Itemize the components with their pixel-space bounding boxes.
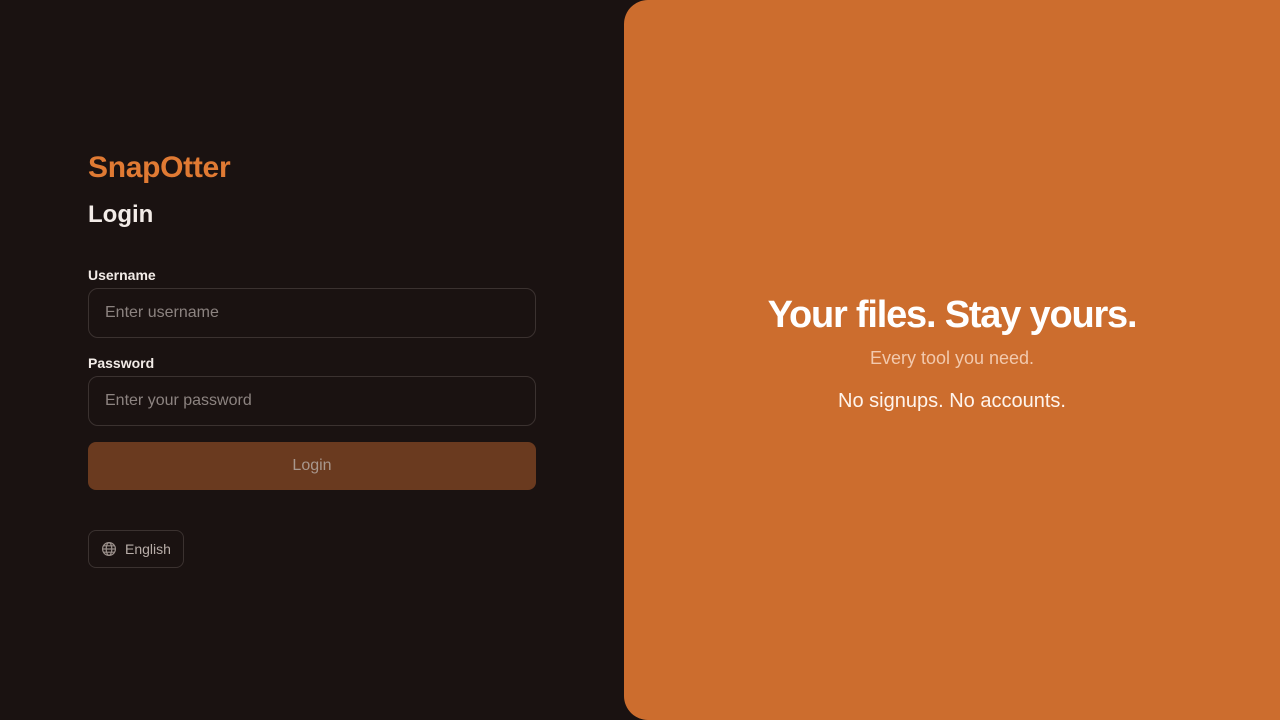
password-input[interactable] [88,376,536,426]
hero-panel: Your files. Stay yours. Every tool you n… [624,0,1280,720]
hero-subtitle: Every tool you need. [869,348,1035,368]
page-title: Login [88,201,154,228]
language-selector[interactable]: English [88,530,184,568]
login-panel: SnapOtter Login Username Password Login … [0,0,624,720]
username-label: Username [88,267,156,283]
hero-content: Your files. Stay yours. Every tool you n… [624,292,1280,414]
brand-logo-text: SnapOtter [88,151,231,184]
language-label: English [125,541,171,557]
password-label: Password [88,355,155,371]
login-page: SnapOtter Login Username Password Login … [0,0,1280,720]
username-input[interactable] [88,288,536,338]
login-form: SnapOtter Login Username Password Login … [88,150,536,568]
login-button[interactable]: Login [88,442,536,490]
globe-icon [101,541,117,557]
hero-tagline: No signups. No accounts. [838,390,1066,412]
hero-title: Your files. Stay yours. [767,294,1138,336]
